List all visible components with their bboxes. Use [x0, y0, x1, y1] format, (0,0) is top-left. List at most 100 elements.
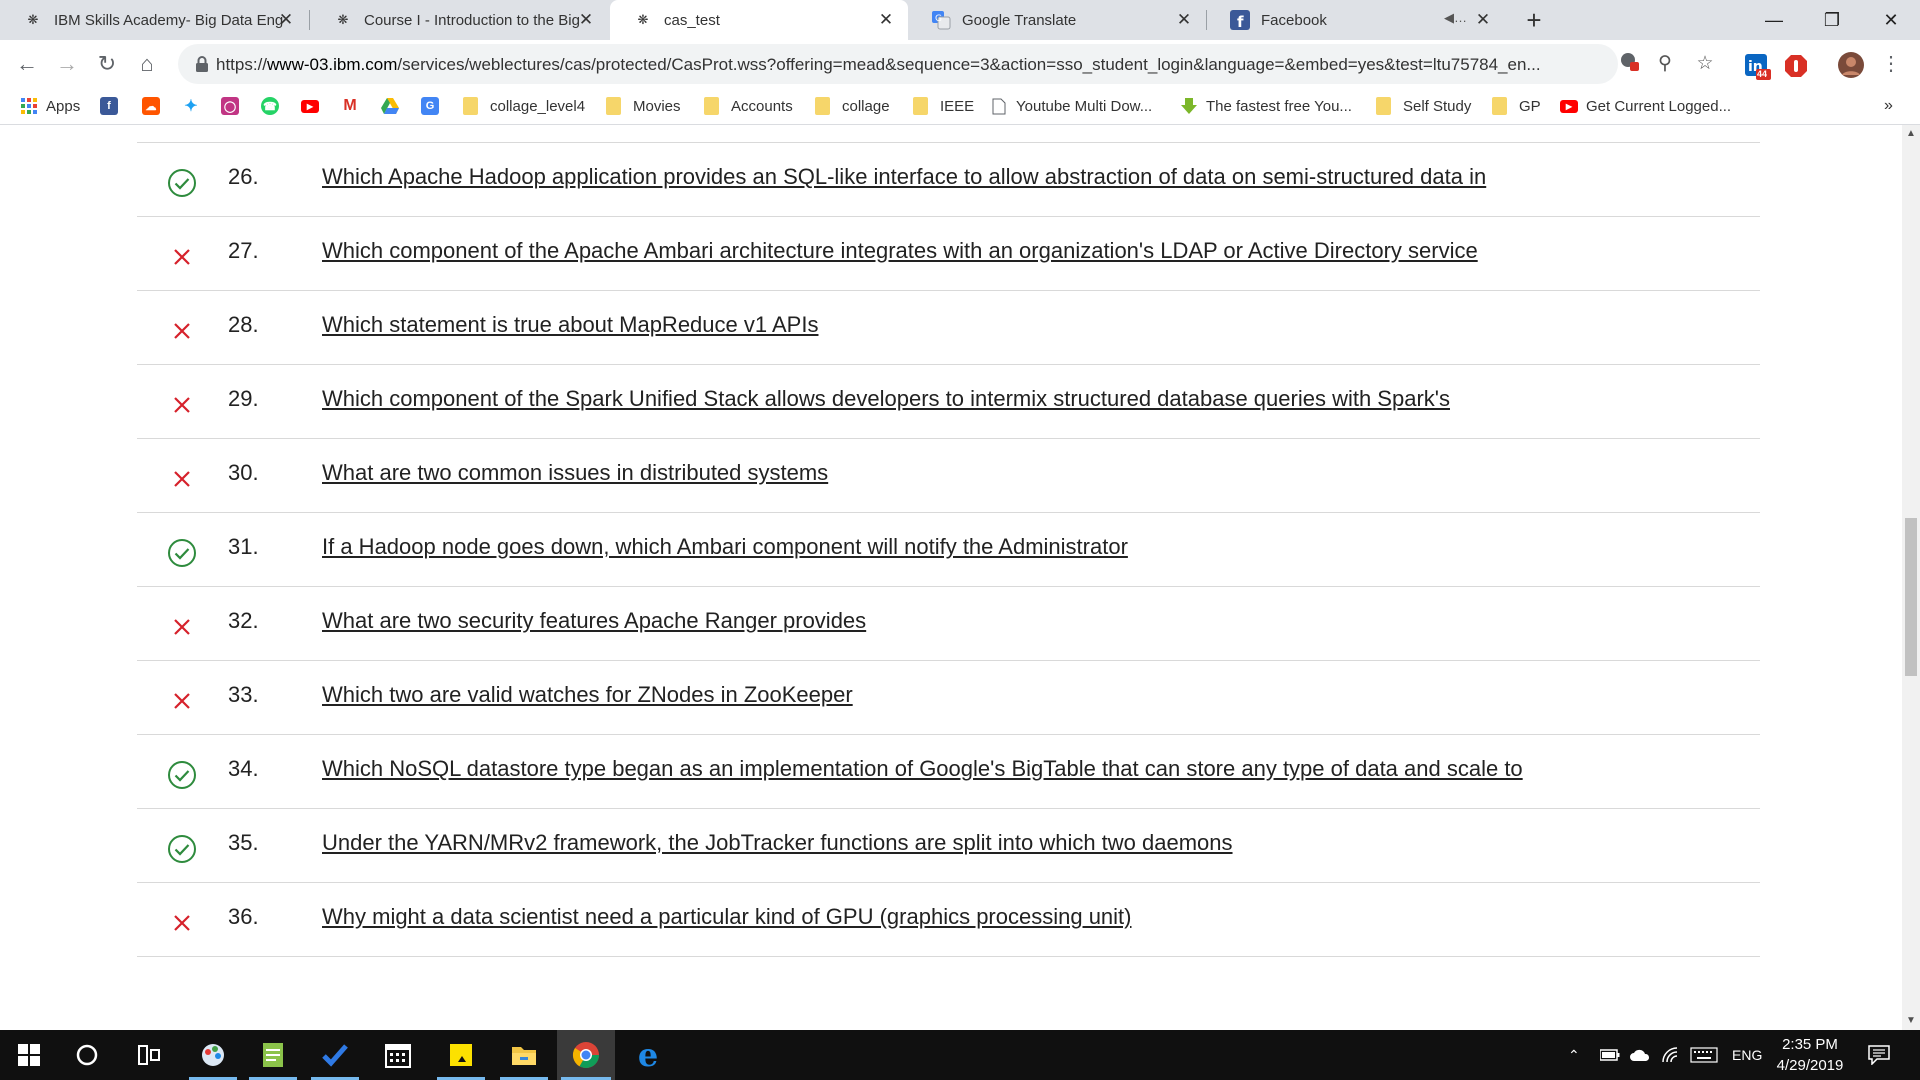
bookmark-twitter[interactable]: ✦	[182, 94, 208, 118]
taskbar-app-sticky-notes-icon[interactable]	[433, 1030, 489, 1080]
question-link[interactable]: If a Hadoop node goes down, which Ambari…	[322, 534, 1128, 560]
bookmark-apps[interactable]: Apps	[20, 94, 80, 118]
bookmark-movies[interactable]: Movies	[606, 94, 681, 118]
task-view-icon[interactable]	[120, 1030, 178, 1080]
taskbar-app-notepad-icon[interactable]	[245, 1030, 301, 1080]
bookmark-ieee[interactable]: IEEE	[913, 94, 974, 118]
bookmark-label: IEEE	[940, 97, 975, 115]
question-link[interactable]: Which statement is true about MapReduce …	[322, 312, 818, 338]
bookmark-label: Apps	[46, 97, 81, 115]
taskbar-app-chrome-icon[interactable]	[557, 1030, 615, 1080]
address-bar[interactable]: https://www-03.ibm.com/services/weblectu…	[178, 44, 1639, 84]
bookmark-soundcloud[interactable]: ☁	[142, 94, 168, 118]
system-clock[interactable]: 2:35 PM 4/29/2019	[1762, 1034, 1858, 1076]
google-translate-icon: G	[930, 9, 952, 31]
bookmark-instagram[interactable]: ◯	[221, 94, 247, 118]
bookmark-label: collage_level4	[490, 97, 586, 115]
close-tab-icon[interactable]: ✕	[276, 10, 296, 30]
question-link[interactable]: What are two common issues in distribute…	[322, 460, 828, 486]
folder-icon	[704, 97, 719, 115]
question-link[interactable]: Under the YARN/MRv2 framework, the JobTr…	[322, 830, 1233, 856]
speaker-muted-icon[interactable]: ◀…	[1444, 10, 1467, 26]
bookmark-collage-level4[interactable]: collage_level4	[463, 94, 585, 118]
question-link[interactable]: What are two security features Apache Ra…	[322, 608, 866, 634]
taskbar-app-calendar-icon[interactable]	[370, 1030, 426, 1080]
question-link[interactable]: Which NoSQL datastore type began as an i…	[322, 756, 1523, 782]
correct-check-circle-icon	[168, 835, 196, 863]
folder-icon	[913, 97, 928, 115]
more-bookmarks-chevron-icon[interactable]: »	[1884, 94, 1893, 118]
back-arrow-icon[interactable]: ←	[9, 46, 45, 82]
taskbar-app-edge-icon[interactable]: e	[620, 1030, 676, 1080]
home-icon[interactable]: ⌂	[129, 46, 165, 82]
tab-ibm-skills-academy[interactable]: ❋ IBM Skills Academy- Big Data Eng ✕	[0, 0, 308, 40]
bookmark-label: collage	[842, 97, 890, 115]
bookmark-google-drive[interactable]	[381, 94, 407, 118]
question-link[interactable]: Why might a data scientist need a partic…	[322, 904, 1132, 930]
onedrive-cloud-icon[interactable]	[1629, 1030, 1651, 1080]
profile-avatar[interactable]	[1838, 52, 1864, 78]
bookmark-gp[interactable]: GP	[1492, 94, 1541, 118]
windows-start-icon[interactable]	[0, 1030, 58, 1080]
bookmark-youtube-multi-dow[interactable]: Youtube Multi Dow...	[990, 94, 1152, 118]
url-text[interactable]: https://www-03.ibm.com/services/weblectu…	[216, 55, 1586, 75]
question-row: 36. Why might a data scientist need a par…	[137, 882, 1760, 957]
chrome-menu-icon[interactable]: ⋮	[1873, 46, 1909, 82]
scroll-down-arrow-icon[interactable]: ▼	[1902, 1014, 1920, 1028]
show-hidden-icons-chevron-icon[interactable]: ⌃	[1568, 1030, 1580, 1080]
blocked-content-icon[interactable]	[1614, 50, 1644, 80]
page-scrollbar[interactable]: ▲ ▼	[1902, 125, 1920, 1030]
correct-check-circle-icon	[168, 539, 196, 567]
battery-icon[interactable]	[1600, 1030, 1620, 1080]
question-link[interactable]: Which component of the Apache Ambari arc…	[322, 238, 1478, 264]
bookmark-google-translate[interactable]: G	[421, 94, 447, 118]
cortana-search-icon[interactable]	[58, 1030, 116, 1080]
scrollbar-thumb[interactable]	[1905, 518, 1917, 676]
bookmark-self-study[interactable]: Self Study	[1376, 94, 1471, 118]
bookmark-youtube[interactable]: ▶	[301, 94, 327, 118]
bookmark-star-icon[interactable]: ☆	[1690, 49, 1720, 79]
restore-window-button[interactable]: ❐	[1803, 0, 1861, 40]
close-tab-icon[interactable]: ✕	[876, 10, 896, 30]
question-link[interactable]: Which two are valid watches for ZNodes i…	[322, 682, 853, 708]
action-center-notification-icon[interactable]	[1868, 1030, 1890, 1080]
bookmark-accounts[interactable]: Accounts	[704, 94, 793, 118]
question-link[interactable]: Which component of the Spark Unified Sta…	[322, 386, 1450, 412]
bookmark-label: Movies	[633, 97, 681, 115]
close-tab-icon[interactable]: ✕	[1174, 10, 1194, 30]
scroll-up-arrow-icon[interactable]: ▲	[1902, 127, 1920, 141]
tab-course-intro[interactable]: ❋ Course I - Introduction to the Big ✕	[310, 0, 608, 40]
linkedin-extension-icon[interactable]: in 44	[1745, 54, 1771, 80]
bookmark-fastest-free-you[interactable]: The fastest free You...	[1180, 94, 1352, 118]
wifi-icon[interactable]	[1661, 1030, 1681, 1080]
bookmark-gmail[interactable]: M	[341, 94, 367, 118]
close-tab-icon[interactable]: ✕	[1473, 10, 1493, 30]
taskbar-app-todo-icon[interactable]	[307, 1030, 363, 1080]
question-link[interactable]: Which Apache Hadoop application provides…	[322, 164, 1486, 190]
input-language-indicator[interactable]: ENG	[1732, 1030, 1762, 1080]
tab-cas-test[interactable]: ❋ cas_test ✕	[610, 0, 908, 40]
tab-facebook[interactable]: f Facebook ◀… ✕	[1207, 0, 1505, 40]
bookmark-whatsapp[interactable]: ☎	[261, 94, 287, 118]
forward-arrow-icon[interactable]: →	[49, 46, 85, 82]
taskbar-app-file-explorer-icon[interactable]	[496, 1030, 552, 1080]
twitter-icon: ✦	[182, 97, 200, 115]
minimize-window-button[interactable]: —	[1745, 0, 1803, 40]
bookmark-get-current-logged[interactable]: ▶ Get Current Logged...	[1560, 94, 1731, 118]
reload-icon[interactable]: ↻	[89, 46, 125, 82]
incorrect-x-icon	[174, 619, 190, 635]
bookmark-collage[interactable]: collage	[815, 94, 890, 118]
new-tab-button[interactable]: +	[1518, 4, 1550, 36]
question-number: 36.	[228, 904, 259, 929]
tab-google-translate[interactable]: G Google Translate ✕	[908, 0, 1206, 40]
lock-icon[interactable]	[192, 54, 212, 74]
taskbar-app-paint-icon[interactable]	[185, 1030, 241, 1080]
keyboard-icon[interactable]	[1690, 1030, 1718, 1080]
tab-title: Facebook	[1261, 11, 1327, 29]
close-window-button[interactable]: ✕	[1862, 0, 1920, 40]
folder-icon	[1492, 97, 1507, 115]
close-tab-icon[interactable]: ✕	[576, 10, 596, 30]
adblock-extension-icon[interactable]	[1784, 54, 1810, 80]
zoom-icon[interactable]: ⚲	[1650, 49, 1680, 79]
bookmark-facebook[interactable]: f	[100, 94, 126, 118]
